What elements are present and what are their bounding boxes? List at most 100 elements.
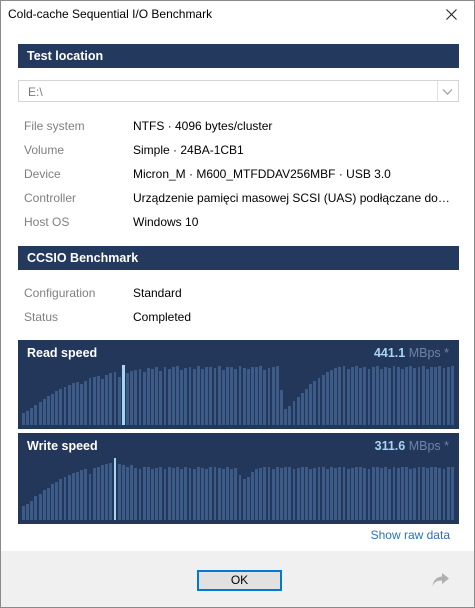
write-speed-bar <box>180 469 184 520</box>
read-speed-bar <box>417 367 421 425</box>
read-speed-bar <box>305 389 308 425</box>
write-speed-bar <box>221 469 225 520</box>
read-speed-bar <box>167 369 171 425</box>
read-speed-bar <box>259 366 263 425</box>
write-speed-bar <box>146 467 150 520</box>
write-speed-bar <box>246 477 250 520</box>
write-speed-bar <box>280 468 283 520</box>
info-row-configuration: Configuration Standard <box>24 286 454 304</box>
write-speed-bar <box>51 484 54 520</box>
read-speed-bar <box>26 411 30 425</box>
read-speed-bar <box>384 367 388 425</box>
write-speed-bar <box>438 468 442 520</box>
read-speed-bar <box>205 367 209 425</box>
write-speed-bar <box>26 504 30 520</box>
write-speed-bar <box>113 458 117 520</box>
write-speed-bar <box>359 467 363 520</box>
read-speed-bar <box>421 366 425 425</box>
write-speed-bar <box>63 477 67 520</box>
read-speed-bar <box>105 375 109 425</box>
read-speed-bar <box>176 366 179 425</box>
read-speed-bar <box>388 368 392 425</box>
read-speed-bar <box>59 389 63 425</box>
write-speed-bar <box>321 467 325 520</box>
write-speed-bar <box>205 469 209 520</box>
read-speed-bar <box>159 371 163 425</box>
read-speed-bar <box>425 369 429 425</box>
drive-select[interactable]: E:\ <box>18 80 459 102</box>
read-speed-bar <box>371 367 375 425</box>
write-speed-graph <box>22 458 455 520</box>
write-speed-bar <box>163 469 167 520</box>
read-speed-bar <box>238 366 242 425</box>
info-row-status: Status Completed <box>24 310 454 328</box>
write-speed-bar <box>80 470 84 520</box>
read-speed-title: Read speed <box>27 346 98 360</box>
read-speed-bar <box>134 370 138 425</box>
write-speed-bar <box>250 472 254 520</box>
ok-button[interactable]: OK <box>197 570 282 591</box>
write-speed-bar <box>201 468 204 520</box>
read-speed-bar <box>430 367 433 425</box>
write-speed-bar <box>300 467 304 520</box>
read-speed-bar <box>334 368 338 425</box>
read-speed-bar <box>292 401 296 425</box>
write-speed-bar <box>71 473 75 520</box>
share-arrow-icon <box>432 573 449 586</box>
write-speed-bar <box>271 469 275 520</box>
write-speed-bar <box>188 468 192 520</box>
read-speed-bar <box>155 367 159 425</box>
read-speed-bar <box>330 370 333 425</box>
read-speed-bar <box>42 399 46 425</box>
write-speed-bar <box>330 467 333 520</box>
write-speed-bar <box>292 469 296 520</box>
write-speed-bar <box>88 474 92 520</box>
read-speed-bar <box>184 368 188 425</box>
write-speed-bar <box>442 469 446 520</box>
write-speed-value: 311.6 <box>374 439 406 453</box>
close-icon <box>446 9 457 20</box>
share-button[interactable] <box>432 573 450 590</box>
write-speed-bar <box>417 467 421 520</box>
read-speed-bar <box>192 369 196 425</box>
write-speed-bar <box>196 467 200 520</box>
read-speed-bar <box>117 377 121 425</box>
write-speed-bar <box>413 468 417 520</box>
write-speed-bar <box>59 479 63 520</box>
read-speed-bar <box>246 369 250 425</box>
write-speed-bar <box>317 467 321 520</box>
read-speed-bar <box>413 368 417 425</box>
read-speed-bar <box>51 394 54 425</box>
info-row-controller: Controller Urządzenie pamięci masowej SC… <box>24 191 454 209</box>
write-speed-bar <box>134 468 138 520</box>
write-speed-bar <box>305 467 308 520</box>
read-speed-bar <box>130 371 134 425</box>
write-speed-bar <box>334 468 338 520</box>
info-label: File system <box>24 119 85 133</box>
read-speed-bar <box>30 408 34 425</box>
write-speed-bar <box>371 467 375 520</box>
write-speed-bar <box>288 467 292 520</box>
info-row-file-system: File system NTFS · 4096 bytes/cluster <box>24 119 454 137</box>
show-raw-data-link[interactable]: Show raw data <box>371 528 450 542</box>
read-speed-bar <box>113 372 117 425</box>
read-speed-bar <box>355 366 358 425</box>
close-button[interactable] <box>429 1 474 28</box>
write-speed-bar <box>242 479 246 520</box>
write-speed-bar <box>38 494 42 520</box>
read-speed-bar <box>34 405 38 425</box>
read-speed-bar <box>221 370 225 425</box>
read-speed-bar <box>121 365 125 425</box>
read-speed-bar <box>76 382 79 425</box>
read-speed-bar <box>88 378 92 425</box>
read-speed-bar <box>138 369 142 425</box>
read-speed-bar <box>180 370 184 425</box>
info-label: Host OS <box>24 215 70 229</box>
read-speed-bar <box>242 368 246 425</box>
write-speed-bar <box>267 467 271 520</box>
write-speed-bar <box>159 467 163 520</box>
write-speed-bar <box>217 468 221 520</box>
read-speed-bar <box>92 377 96 425</box>
read-speed-bar <box>84 381 88 425</box>
read-speed-bar <box>284 409 288 425</box>
